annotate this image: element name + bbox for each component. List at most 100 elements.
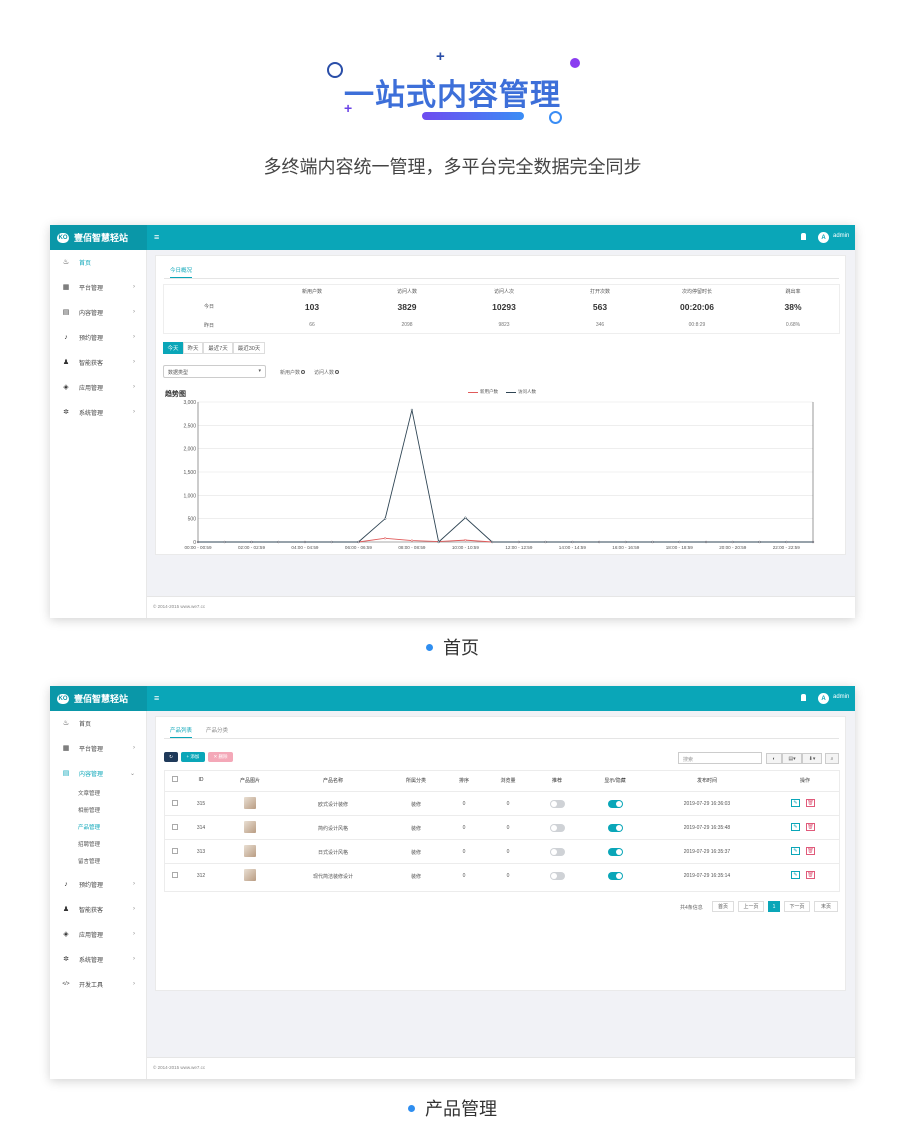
document-icon: ▤ (62, 770, 70, 777)
row-checkbox[interactable] (172, 872, 178, 878)
sidebar-item-booking[interactable]: ♪ 预约管理 › (50, 327, 147, 347)
menu-toggle-icon[interactable]: ≡ (154, 693, 159, 703)
sidebar-item-leads[interactable]: ♟ 智能获客 › (50, 352, 147, 372)
range-yesterday-button[interactable]: 昨天 (183, 342, 203, 354)
search-button[interactable]: ⌕ (825, 753, 839, 764)
product-views: 0 (506, 873, 510, 879)
submenu-albums[interactable]: 相册管理 (78, 806, 100, 814)
submenu-articles[interactable]: 文章管理 (78, 789, 100, 797)
footer: © 2014-2015 www.we7.cc (147, 596, 855, 618)
page-next-button[interactable]: 下一页 (784, 901, 810, 912)
visibility-toggle[interactable] (608, 800, 623, 808)
menu-toggle-icon[interactable]: ≡ (154, 232, 159, 242)
x-tick-label: 00:00 - 00:59 (184, 545, 212, 550)
tab-today-overview[interactable]: 今日概况 (170, 266, 193, 278)
refresh-button[interactable]: ↻ (164, 752, 178, 762)
column-header: 浏览量 (500, 778, 516, 784)
stat-yesterday-value: 0.68% (785, 322, 801, 328)
row-checkbox[interactable] (172, 800, 178, 806)
edit-button[interactable]: ✎ (791, 799, 800, 807)
row-checkbox[interactable] (172, 848, 178, 854)
range-today-button[interactable]: 今天 (163, 342, 183, 354)
user-name[interactable]: admin (833, 694, 849, 700)
edit-button[interactable]: ✎ (791, 871, 800, 879)
edit-button[interactable]: ✎ (791, 847, 800, 855)
product-image (244, 869, 256, 881)
visibility-toggle[interactable] (608, 848, 623, 856)
dashboard-screenshot: KO 壹佰智慧轻站 ≡ A admin ♨ 首页 ▦ 平台管理 › ▤ 内容管理 › ♪ 预… (50, 225, 855, 618)
submenu-products[interactable]: 产品管理 (78, 823, 100, 831)
row-checkbox[interactable] (172, 824, 178, 830)
page-number-button[interactable]: 1 (768, 901, 780, 912)
grid-icon: ▦ (62, 284, 70, 291)
sidebar-item-label: 系统管理 (79, 410, 104, 417)
sidebar-item-apps[interactable]: ◈ 应用管理 › (50, 377, 147, 397)
data-point (624, 540, 627, 544)
delete-button[interactable]: ✕ 删除 (208, 752, 233, 762)
sidebar-item-home[interactable]: ♨ 首页 (50, 252, 147, 272)
data-type-select[interactable]: 数据类型 ▾ (163, 365, 266, 378)
avatar[interactable]: A (818, 232, 829, 243)
toggle-knob (616, 849, 622, 855)
recommend-toggle[interactable] (550, 824, 565, 832)
delete-row-button[interactable]: 🗑 (806, 847, 815, 855)
stat-header: 访问人次 (493, 289, 514, 295)
page-first-button[interactable]: 首页 (712, 901, 734, 912)
sidebar-item-devtools[interactable]: </> 开发工具 › (50, 974, 147, 994)
chart-legend-item[interactable]: 新用户数 (468, 389, 498, 395)
sidebar-item-platform[interactable]: ▦ 平台管理 › (50, 738, 147, 758)
caption-products: 产品管理 (0, 1095, 905, 1121)
select-all-checkbox[interactable] (172, 776, 178, 782)
page-last-button[interactable]: 末页 (814, 901, 838, 912)
data-point (303, 540, 307, 544)
sidebar-item-home[interactable]: ♨ 首页 (50, 713, 147, 733)
notification-icon[interactable] (801, 233, 806, 240)
data-point (597, 540, 601, 544)
sidebar-item-content[interactable]: ▤ 内容管理 › (50, 302, 147, 322)
sidebar-item-platform[interactable]: ▦ 平台管理 › (50, 277, 147, 297)
recommend-toggle[interactable] (550, 872, 565, 880)
export-button[interactable]: ⬇▾ (802, 753, 822, 764)
sidebar-item-system[interactable]: ✲ 系统管理 › (50, 949, 147, 969)
columns-toggle-button[interactable]: ◐ (766, 753, 782, 764)
brand-logo[interactable]: KO 壹佰智慧轻站 (50, 686, 147, 711)
user-name[interactable]: admin (833, 233, 849, 239)
brand-logo[interactable]: KO 壹佰智慧轻站 (50, 225, 147, 250)
checkbox-visitors[interactable]: 访问人数 (314, 369, 340, 376)
submenu-jobs[interactable]: 招聘管理 (78, 840, 100, 848)
range-30days-button[interactable]: 最近30天 (233, 342, 265, 354)
view-toggle-button[interactable]: ▤▾ (782, 753, 802, 764)
delete-row-button[interactable]: 🗑 (806, 871, 815, 879)
edit-button[interactable]: ✎ (791, 823, 800, 831)
checkbox-new-users[interactable]: 新用户数 (280, 369, 306, 376)
sidebar-item-system[interactable]: ✲ 系统管理 › (50, 402, 147, 422)
sidebar-item-leads[interactable]: ♟ 智能获客 › (50, 899, 147, 919)
delete-row-button[interactable]: 🗑 (806, 799, 815, 807)
visibility-toggle[interactable] (608, 824, 623, 832)
add-button[interactable]: + 添加 (181, 752, 205, 762)
recommend-toggle[interactable] (550, 848, 565, 856)
legend-line-icon (468, 391, 478, 393)
delete-row-button[interactable]: 🗑 (806, 823, 815, 831)
gear-icon: ✲ (63, 409, 69, 416)
sidebar-item-apps[interactable]: ◈ 应用管理 › (50, 924, 147, 944)
search-input[interactable]: 搜索 (678, 752, 762, 764)
tab-product-list[interactable]: 产品列表 (170, 726, 193, 738)
sidebar-item-content[interactable]: ▤ 内容管理 ⌄ (50, 763, 147, 783)
page-prev-button[interactable]: 上一页 (738, 901, 764, 912)
visibility-toggle[interactable] (608, 872, 623, 880)
recommend-toggle[interactable] (550, 800, 565, 808)
checkbox-label: 新用户数 (280, 370, 301, 376)
chart-legend-item[interactable]: 访问人数 (506, 389, 536, 395)
toggle-knob (551, 825, 557, 831)
stats-panel: 今日 昨日 新用户数 103 66 访问人数 3829 2098 访问人次 10… (163, 284, 840, 334)
submenu-messages[interactable]: 留言管理 (78, 857, 100, 865)
avatar[interactable]: A (818, 693, 829, 704)
tab-product-category[interactable]: 产品分类 (206, 726, 228, 734)
notification-icon[interactable] (801, 694, 806, 701)
range-7days-button[interactable]: 最近7天 (203, 342, 233, 354)
product-category: 装修 (410, 802, 422, 808)
sidebar-item-booking[interactable]: ♪ 预约管理 › (50, 874, 147, 894)
table-row: 314 简约设计风格 装修 0 0 2019-07-29 16:35:48 ✎ … (165, 816, 839, 840)
sidebar-item-label: 平台管理 (79, 285, 104, 292)
